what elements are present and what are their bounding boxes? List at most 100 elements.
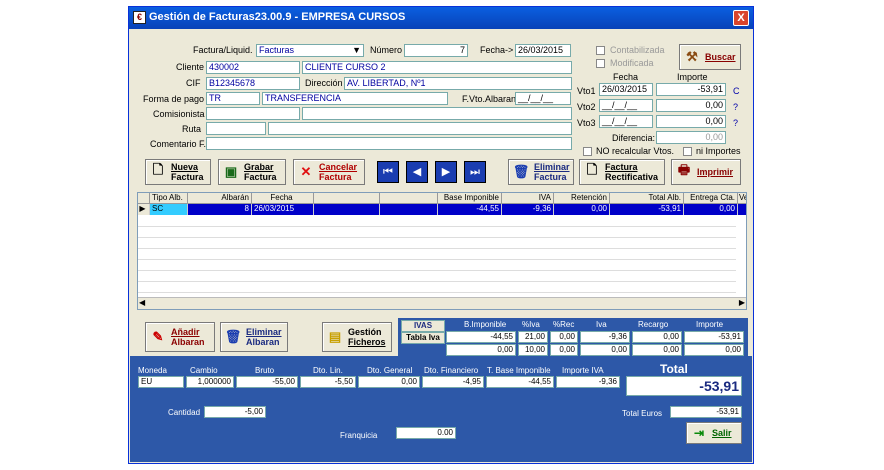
vto1-importe[interactable]: -53,91	[656, 83, 726, 96]
cell-fecha[interactable]: 26/03/2015	[252, 204, 314, 215]
franquicia-field[interactable]: 0.00	[396, 427, 456, 439]
vto1-fecha[interactable]: 26/03/2015	[599, 83, 653, 96]
dto-lin-field[interactable]: -5,50	[300, 376, 356, 388]
salir-button[interactable]: ⇥ Salir	[686, 422, 742, 444]
vto3-fecha[interactable]: __/__/__	[599, 115, 653, 128]
iva-row1-iva[interactable]: -9,36	[580, 331, 630, 343]
grabar-factura-button[interactable]: ▣ Grabar Factura	[218, 159, 286, 185]
cliente-name-field[interactable]: CLIENTE CURSO 2	[302, 61, 572, 74]
grid-header-ve[interactable]: Ve	[738, 193, 746, 204]
iva-row1-bimp[interactable]: -44,55	[446, 331, 516, 343]
moneda-field[interactable]: EU	[138, 376, 184, 388]
grid-header-tipo[interactable]: Tipo Alb.	[150, 193, 188, 204]
grid-header-fecha[interactable]: Fecha	[252, 193, 314, 204]
grid-header-entrega[interactable]: Entrega Cta.	[684, 193, 738, 204]
factura-rectificativa-button[interactable]: 🗋 Factura Rectificativa	[579, 159, 665, 185]
cif-field[interactable]: B12345678	[206, 77, 300, 90]
vto3-importe[interactable]: 0,00	[656, 115, 726, 128]
grid-header-col4[interactable]	[314, 193, 380, 204]
iva-row2-rec[interactable]: 0,00	[550, 344, 578, 356]
contabilizada-checkbox[interactable]	[596, 46, 605, 55]
vto2-importe[interactable]: 0,00	[656, 99, 726, 112]
ivas-header-bimp: B.Imponible	[464, 320, 507, 329]
scroll-right-icon[interactable]: ▶	[739, 298, 745, 307]
cell-tipo[interactable]: SC	[150, 204, 188, 215]
next-record-icon[interactable]: ▶	[435, 161, 457, 183]
cambio-field[interactable]: 1,000000	[186, 376, 234, 388]
first-record-icon[interactable]: ⏮	[377, 161, 399, 183]
direccion-field[interactable]: AV. LIBERTAD, Nº1	[344, 77, 572, 90]
moneda-label: Moneda	[138, 366, 167, 375]
cliente-code-field[interactable]: 430002	[206, 61, 300, 74]
cantidad-field[interactable]: -5,00	[204, 406, 266, 418]
cell-entrega[interactable]: 0,00	[684, 204, 738, 215]
imprimir-button[interactable]: 🖶 Imprimir	[671, 159, 741, 185]
direccion-label: Dirección	[305, 78, 343, 88]
grid-header-total[interactable]: Total Alb.	[610, 193, 684, 204]
albaranes-grid[interactable]: Tipo Alb. Albarán Fecha Base Imponible I…	[137, 192, 747, 310]
tabla-iva-button[interactable]: Tabla Iva	[401, 332, 445, 344]
comisionista-code-field[interactable]	[206, 107, 300, 120]
tipo-select[interactable]: Facturas ▼	[256, 44, 364, 57]
pago-name-field[interactable]: TRANSFERENCIA	[262, 92, 448, 105]
last-record-icon[interactable]: ⏭	[464, 161, 486, 183]
grid-header-iva[interactable]: IVA	[502, 193, 554, 204]
close-button[interactable]: X	[733, 10, 749, 26]
grid-line	[138, 281, 736, 282]
iva-row2-importe[interactable]: 0,00	[684, 344, 744, 356]
grid-line	[138, 259, 736, 260]
iva-row1-recargo[interactable]: 0,00	[632, 331, 682, 343]
grid-header-base[interactable]: Base Imponible	[438, 193, 502, 204]
importe-iva-field[interactable]: -9,36	[556, 376, 620, 388]
tbase-label: T. Base Imponible	[487, 366, 551, 375]
gestion-ficheros-button[interactable]: ▤ Gestión Ficheros	[322, 322, 392, 352]
pago-code-field[interactable]: TR	[206, 92, 260, 105]
numero-field[interactable]: 7	[404, 44, 468, 57]
eliminar-factura-button[interactable]: 🗑 Eliminar Factura	[508, 159, 574, 185]
grid-header-albaran[interactable]: Albarán	[188, 193, 252, 204]
trash-icon: 🗑	[512, 164, 530, 179]
cell-albaran[interactable]: 8	[188, 204, 252, 215]
cell-iva[interactable]: -9,36	[502, 204, 554, 215]
fvto-field[interactable]: __/__/__	[515, 92, 571, 105]
iva-row2-recargo[interactable]: 0,00	[632, 344, 682, 356]
nueva-factura-button[interactable]: 🗋 Nueva Factura	[145, 159, 211, 185]
anadir-albaran-button[interactable]: ✎ Añadir Albaran	[145, 322, 215, 352]
cell-col4[interactable]	[314, 204, 380, 215]
ruta-name-field[interactable]	[268, 122, 572, 135]
horizontal-scrollbar[interactable]: ◀ ▶	[138, 297, 746, 309]
scroll-left-icon[interactable]: ◀	[139, 298, 145, 307]
dto-general-field[interactable]: 0,00	[358, 376, 420, 388]
iva-row1-rec[interactable]: 0,00	[550, 331, 578, 343]
tbase-field[interactable]: -44,55	[486, 376, 554, 388]
table-row[interactable]: ▶ SC 8 26/03/2015 -44,55 -9,36 0,00 -53,…	[138, 204, 746, 215]
cancelar-factura-button[interactable]: ✕ Cancelar Factura	[293, 159, 365, 185]
comentario-field[interactable]	[206, 137, 572, 150]
iva-row1-pct[interactable]: 21,00	[518, 331, 548, 343]
grid-header-col5[interactable]	[380, 193, 438, 204]
iva-row2-bimp[interactable]: 0,00	[446, 344, 516, 356]
prev-record-icon[interactable]: ◀	[406, 161, 428, 183]
cell-total[interactable]: -53,91	[610, 204, 684, 215]
ni-importes-label: ni Importes	[696, 146, 741, 156]
grid-header-retencion[interactable]: Retención	[554, 193, 610, 204]
iva-row2-pct[interactable]: 10,00	[518, 344, 548, 356]
no-recalcular-checkbox[interactable]	[583, 147, 592, 156]
dto-financiero-field[interactable]: -4,95	[422, 376, 484, 388]
iva-row1-importe[interactable]: -53,91	[684, 331, 744, 343]
fecha-field[interactable]: 26/03/2015	[515, 44, 571, 57]
buscar-button[interactable]: ⚒ Buscar	[679, 44, 741, 70]
ruta-code-field[interactable]	[206, 122, 266, 135]
cell-base[interactable]: -44,55	[438, 204, 502, 215]
cell-col5[interactable]	[380, 204, 438, 215]
ni-importes-checkbox[interactable]	[683, 147, 692, 156]
vto2-fecha[interactable]: __/__/__	[599, 99, 653, 112]
comisionista-name-field[interactable]	[302, 107, 572, 120]
cabinet-icon: ▤	[328, 329, 342, 344]
iva-row2-iva[interactable]: 0,00	[580, 344, 630, 356]
modificada-checkbox[interactable]	[596, 59, 605, 68]
pago-label: Forma de pago	[143, 94, 205, 104]
eliminar-albaran-button[interactable]: 🗑 Eliminar Albaran	[220, 322, 288, 352]
bruto-field[interactable]: -55,00	[236, 376, 298, 388]
cell-retencion[interactable]: 0,00	[554, 204, 610, 215]
